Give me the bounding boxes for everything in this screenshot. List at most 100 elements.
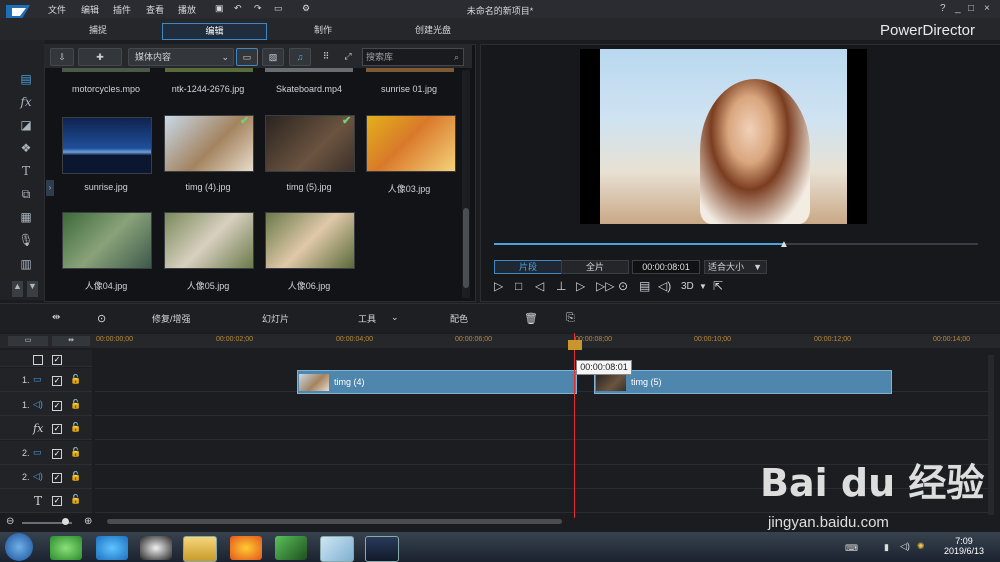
thumb-portrait04[interactable] [62, 212, 152, 269]
volume-icon[interactable]: ◁) [658, 279, 671, 293]
thumb-motorcycles[interactable] [62, 68, 150, 72]
marker-track-icon[interactable] [33, 355, 43, 365]
taskbar-app-qq[interactable] [140, 536, 172, 560]
slideshow-button[interactable]: 幻灯片 [262, 312, 289, 325]
fix-enhance-button[interactable]: 修复/增强 [152, 312, 191, 325]
prev-frame-icon[interactable]: ◁ [535, 279, 544, 293]
start-button[interactable] [5, 533, 33, 561]
tab-edit[interactable]: 编辑 [162, 23, 267, 40]
chapter-room-icon[interactable]: ▥ [17, 257, 35, 273]
taskbar-app-firefox[interactable] [230, 536, 262, 560]
menu-play[interactable]: 播放 [178, 3, 196, 16]
audio-filter-icon[interactable]: ♫ [289, 48, 311, 66]
taskbar-app-browser[interactable] [96, 536, 128, 560]
import-icon[interactable]: ⇩ [50, 48, 74, 66]
3d-dropdown-icon[interactable]: ▼ [699, 282, 707, 291]
play-icon[interactable]: ▷ [494, 279, 503, 293]
media-room-icon[interactable]: ▤ [17, 72, 35, 88]
taskbar-app-editor[interactable] [320, 536, 354, 562]
transition-room-icon[interactable]: ⧉ [17, 187, 35, 203]
track-checkbox[interactable]: ✓ [52, 424, 62, 434]
minimize-button[interactable]: _ [955, 3, 961, 14]
lock-icon[interactable]: 🔓 [70, 471, 81, 482]
track-checkbox[interactable]: ✓ [52, 473, 62, 483]
taskbar-app-360[interactable] [50, 536, 82, 560]
fit-timeline-icon[interactable]: ⇹ [52, 336, 90, 346]
tab-movie-mode[interactable]: 全片 [561, 260, 629, 274]
thumb-portrait06[interactable] [265, 212, 355, 269]
lock-icon[interactable]: 🔓 [70, 422, 81, 433]
playhead-handle[interactable] [568, 340, 582, 350]
library-search-input[interactable]: 搜索库 ⌕ [362, 48, 464, 66]
thumb-sunrise[interactable] [62, 117, 152, 174]
tools-button[interactable]: 工具 [358, 312, 376, 325]
expand-panel-icon[interactable]: › [46, 180, 54, 196]
redo-icon[interactable]: ↷ [254, 3, 262, 14]
lock-icon[interactable]: 🔓 [70, 374, 81, 385]
tab-create-disc[interactable]: 创建光盘 [383, 23, 483, 38]
produce-range-icon[interactable]: ⎘ [566, 312, 575, 325]
timecode-display[interactable]: 00:00:08:01 [632, 260, 700, 274]
thumb-ntk[interactable] [165, 68, 253, 72]
help-button[interactable]: ? [940, 3, 946, 14]
fx-room-icon[interactable]: fx [17, 95, 35, 111]
playhead[interactable] [574, 333, 575, 518]
zoom-handle[interactable] [62, 518, 69, 525]
zoom-in-icon[interactable]: ⊕ [84, 516, 92, 527]
menu-view[interactable]: 查看 [146, 3, 164, 16]
keyboard-icon[interactable]: ⌨ [845, 543, 858, 554]
restore-button[interactable]: □ [968, 3, 974, 14]
audio-mix-icon[interactable]: ▦ [17, 210, 35, 226]
taskbar-app-explorer[interactable] [183, 536, 217, 562]
thumb-portrait05[interactable] [164, 212, 254, 269]
battery-icon[interactable]: ▮ [884, 542, 889, 553]
color-match-button[interactable]: 配色 [450, 312, 468, 325]
thumb-skateboard[interactable] [265, 68, 353, 72]
aspect-ratio-icon[interactable]: ▭ [274, 3, 283, 14]
thumb-sunrise01[interactable] [366, 68, 454, 72]
scroll-up-icon[interactable]: ▲ [12, 281, 23, 297]
stop-icon[interactable]: □ [515, 279, 522, 293]
particle-room-icon[interactable]: ❖ [17, 141, 35, 157]
voiceover-icon[interactable]: 🎙 [17, 233, 35, 249]
brightness-icon[interactable]: ✺ [917, 541, 925, 552]
zoom-fit-select[interactable]: 适合大小 ▼ [704, 260, 767, 274]
undo-icon[interactable]: ↶ [234, 3, 242, 14]
tab-clip-mode[interactable]: 片段 [494, 260, 562, 274]
menu-edit[interactable]: 编辑 [81, 3, 99, 16]
lock-icon[interactable]: 🔓 [70, 494, 81, 505]
3d-toggle[interactable]: 3D [681, 281, 694, 292]
track-checkbox[interactable]: ✓ [52, 401, 62, 411]
zoom-out-icon[interactable]: ⊖ [6, 516, 14, 527]
taskbar-app-camtasia[interactable] [275, 536, 307, 560]
timeline-vscroll[interactable] [988, 355, 994, 515]
title-room-icon[interactable]: T [17, 164, 35, 180]
timeline-hscroll-thumb[interactable] [107, 519, 562, 524]
lock-icon[interactable]: 🔓 [70, 447, 81, 458]
track-row[interactable] [95, 392, 988, 416]
scroll-down-icon[interactable]: ▼ [27, 281, 38, 297]
camera-icon[interactable]: ⊙ [618, 279, 628, 293]
video-filter-icon[interactable]: ▭ [236, 48, 258, 66]
undock-icon[interactable]: ⇱ [713, 279, 723, 293]
tab-capture[interactable]: 捕捉 [48, 23, 148, 38]
snapshot-icon[interactable]: ⊥ [556, 279, 566, 293]
fullscreen-icon[interactable]: ⤢ [341, 48, 355, 64]
lock-icon[interactable]: 🔓 [70, 399, 81, 410]
tab-produce[interactable]: 制作 [273, 23, 373, 38]
close-button[interactable]: × [984, 3, 990, 14]
taskbar-clock[interactable]: 7:09 2019/6/13 [938, 536, 990, 556]
thumb-portrait03[interactable] [366, 115, 456, 172]
seek-handle-icon[interactable]: ▲ [779, 239, 789, 250]
storyboard-toggle-icon[interactable]: ▭ [8, 336, 48, 346]
save-icon[interactable]: ▣ [215, 3, 224, 14]
track-checkbox[interactable]: ✓ [52, 496, 62, 506]
menu-plugins[interactable]: 插件 [113, 3, 131, 16]
chevron-circle-icon[interactable]: ⊙ [97, 312, 106, 325]
next-frame-icon[interactable]: ▷ [576, 279, 585, 293]
pip-room-icon[interactable]: ◪ [17, 118, 35, 134]
settings-icon[interactable]: ⚙ [302, 3, 310, 14]
image-filter-icon[interactable]: ▨ [262, 48, 284, 66]
media-content-select[interactable]: 媒体内容 ⌄ [128, 48, 234, 66]
tools-chevron-icon[interactable]: ⌄ [391, 312, 399, 323]
